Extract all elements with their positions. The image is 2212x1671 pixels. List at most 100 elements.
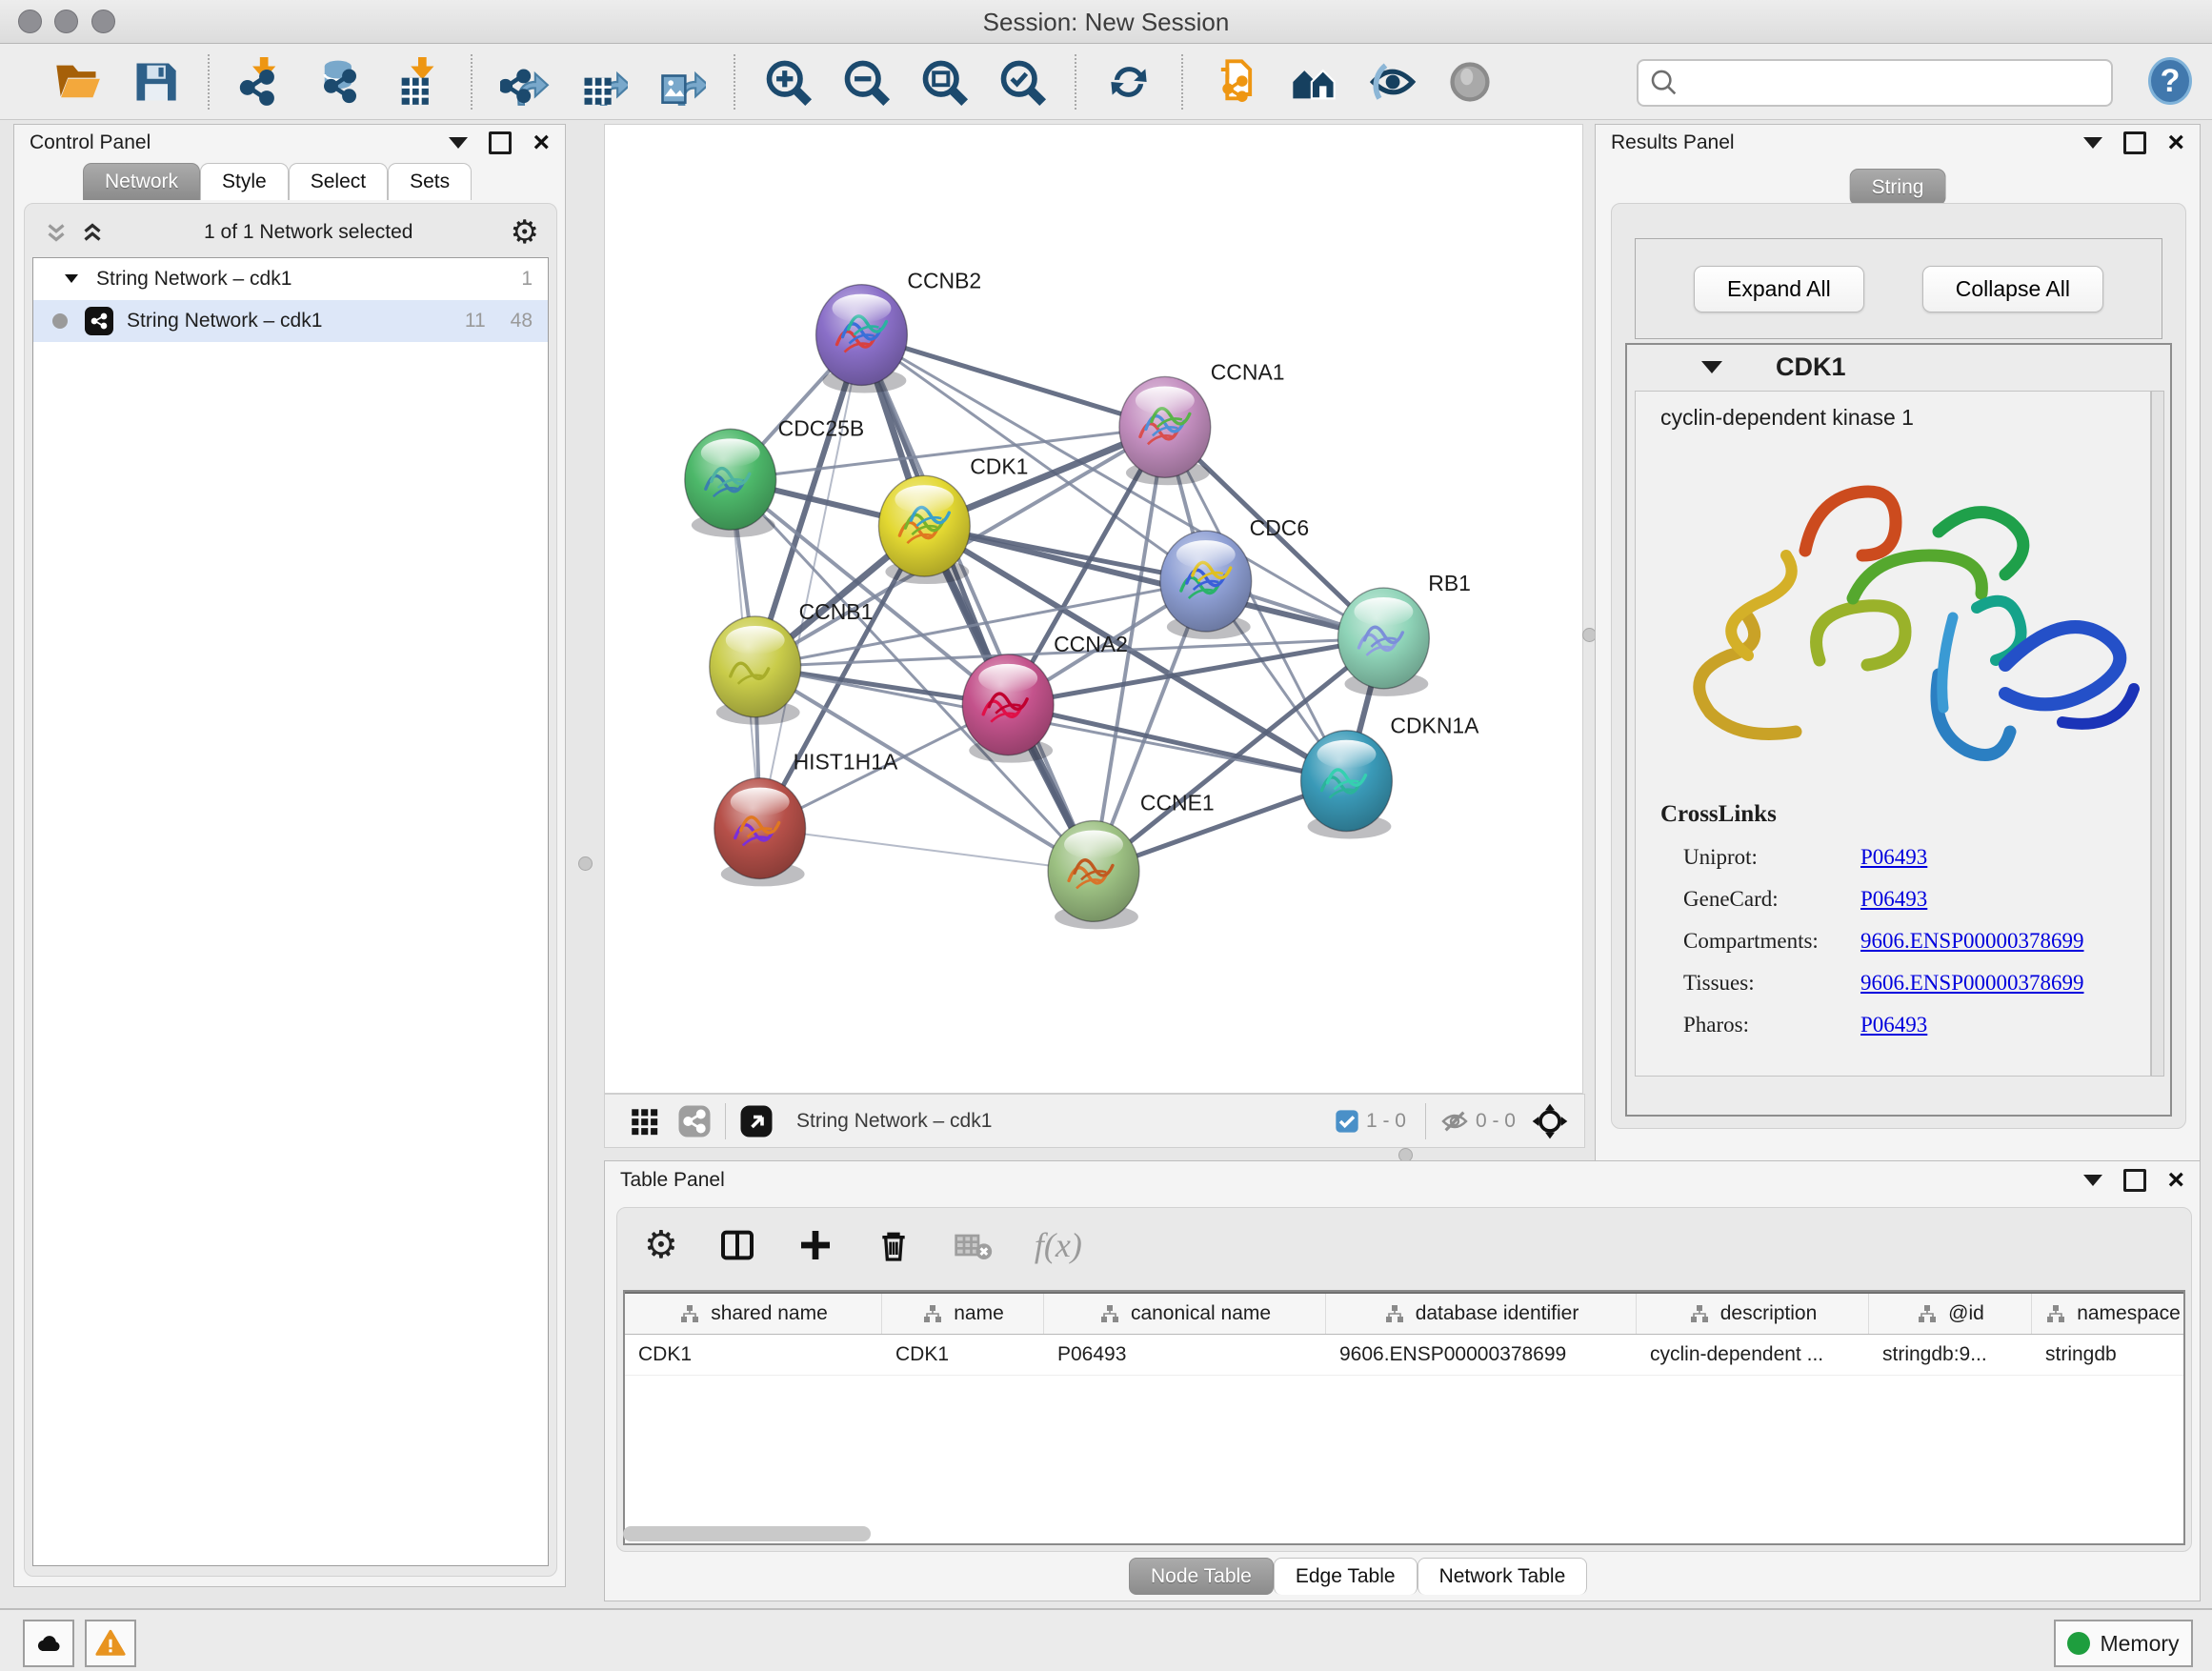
zoom-in-icon [763, 57, 813, 107]
results-panel-title: Results Panel [1611, 131, 1735, 154]
tab-select[interactable]: Select [289, 163, 388, 200]
crosslink-link[interactable]: P06493 [1860, 845, 1927, 870]
table-horizontal-scrollbar[interactable] [623, 1526, 871, 1541]
close-panel-icon[interactable]: × [533, 134, 550, 151]
refresh-button[interactable] [1099, 53, 1158, 111]
edge-CCNB2-CCNA1[interactable] [861, 335, 1164, 428]
tab-edge-table[interactable]: Edge Table [1274, 1558, 1418, 1595]
birds-eye-view-icon[interactable] [628, 1105, 660, 1137]
column-header-name[interactable]: name [882, 1294, 1044, 1334]
node-RB1[interactable]: RB1 [1337, 571, 1470, 696]
zoom-fit-button[interactable] [915, 53, 974, 111]
open-button[interactable] [48, 53, 107, 111]
crosslink-link[interactable]: 9606.ENSP00000378699 [1860, 971, 2084, 996]
collapse-gene-icon[interactable] [1701, 361, 1722, 373]
edge-HIST1H1A-CCNE1[interactable] [760, 829, 1094, 872]
column-header-shared-name[interactable]: shared name [625, 1294, 882, 1334]
network-row-selected[interactable]: String Network – cdk1 11 48 [33, 300, 548, 342]
crosslink-link[interactable]: 9606.ENSP00000378699 [1860, 929, 2084, 954]
save-button[interactable] [126, 53, 185, 111]
node-CDKN1A[interactable]: CDKN1A [1301, 714, 1480, 839]
fit-content-crosshair-icon[interactable] [1531, 1102, 1569, 1140]
zoom-selected-icon [997, 57, 1047, 107]
maximize-panel-icon[interactable] [489, 131, 512, 154]
add-column-icon[interactable] [796, 1226, 835, 1264]
column-header-namespace[interactable]: namespace [2032, 1294, 2185, 1334]
hide-eye-button[interactable] [1362, 53, 1421, 111]
node-table[interactable]: shared name name canonical name database… [623, 1290, 2185, 1545]
node-CCNE1[interactable]: CCNE1 [1048, 791, 1215, 930]
zoom-out-button[interactable] [836, 53, 895, 111]
network-view-toolbar: String Network – cdk1 1 - 0 0 - 0 [604, 1094, 1585, 1148]
help-button[interactable]: ? [2148, 57, 2192, 105]
export-image-button[interactable] [652, 53, 711, 111]
cloud-status-button[interactable] [23, 1620, 74, 1667]
tab-style[interactable]: Style [200, 163, 289, 200]
column-header-canonical-name[interactable]: canonical name [1044, 1294, 1326, 1334]
crosslink-link[interactable]: P06493 [1860, 1013, 1927, 1037]
cell-name[interactable]: CDK1 [882, 1335, 1044, 1375]
show-columns-icon[interactable] [718, 1226, 756, 1264]
table-options-gear-icon[interactable]: ⚙ [644, 1226, 678, 1264]
gray-eye-button[interactable] [1440, 53, 1499, 111]
memory-button[interactable]: Memory [2054, 1620, 2193, 1667]
close-panel-icon[interactable]: × [2167, 134, 2184, 151]
node-HIST1H1A[interactable]: HIST1H1A [714, 750, 898, 887]
tab-string[interactable]: String [1850, 169, 1946, 206]
home-multiple-button[interactable] [1284, 53, 1343, 111]
cell-description[interactable]: cyclin-dependent ... [1637, 1335, 1869, 1375]
expand-all-button[interactable]: Expand All [1694, 266, 1864, 312]
network-share-icon[interactable] [677, 1104, 712, 1138]
collapse-all-button[interactable]: Collapse All [1922, 266, 2103, 312]
node-CDC6[interactable]: CDC6 [1160, 515, 1309, 639]
zoom-in-button[interactable] [758, 53, 817, 111]
import-network-button[interactable] [232, 53, 292, 111]
cell-shared-name[interactable]: CDK1 [625, 1335, 882, 1375]
table-row[interactable]: CDK1CDK1P064939606.ENSP00000378699cyclin… [625, 1335, 2183, 1376]
left-splitter-handle[interactable] [578, 856, 593, 871]
crosslink-link[interactable]: P06493 [1860, 887, 1927, 912]
search-field[interactable] [1637, 59, 2113, 107]
share-document-button[interactable] [1206, 53, 1265, 111]
network-options-gear-icon[interactable]: ⚙ [511, 216, 539, 249]
maximize-panel-icon[interactable] [2123, 1169, 2146, 1192]
column-header-description[interactable]: description [1637, 1294, 1869, 1334]
selected-checkbox-icon[interactable] [1334, 1108, 1360, 1135]
open-in-window-icon[interactable] [739, 1104, 774, 1138]
results-scrollbar[interactable] [2151, 391, 2164, 1077]
node-CCNB2[interactable]: CCNB2 [816, 269, 982, 393]
cell-@id[interactable]: stringdb:9... [1869, 1335, 2032, 1375]
import-table-button[interactable] [389, 53, 448, 111]
expand-all-icon[interactable] [78, 218, 107, 247]
tab-network[interactable]: Network [83, 163, 200, 200]
column-header-@id[interactable]: @id [1869, 1294, 2032, 1334]
float-panel-icon[interactable] [2083, 1175, 2102, 1186]
warnings-button[interactable] [85, 1620, 136, 1667]
network-view-canvas[interactable]: CCNB2 CCNA1 CDC25B CDK1 CDC6 RB1 CCNB1 [604, 124, 1583, 1094]
maximize-panel-icon[interactable] [2123, 131, 2146, 154]
cell-canonical-name[interactable]: P06493 [1044, 1335, 1326, 1375]
float-panel-icon[interactable] [2083, 137, 2102, 149]
zoom-selected-button[interactable] [993, 53, 1052, 111]
close-panel-icon[interactable]: × [2167, 1172, 2184, 1189]
tree-expand-icon[interactable] [62, 270, 81, 289]
import-database-button[interactable] [311, 53, 370, 111]
column-header-database-identifier[interactable]: database identifier [1326, 1294, 1637, 1334]
float-panel-icon[interactable] [449, 137, 468, 149]
node-count: 11 [465, 310, 486, 332]
tab-node-table[interactable]: Node Table [1129, 1558, 1274, 1595]
collapse-all-icon[interactable] [42, 218, 70, 247]
network-collection-row[interactable]: String Network – cdk1 1 [33, 258, 548, 300]
search-input[interactable] [1680, 70, 2111, 95]
export-network-button[interactable] [495, 53, 554, 111]
node-CDC25B[interactable]: CDC25B [685, 415, 864, 537]
tab-network-table[interactable]: Network Table [1418, 1558, 1588, 1595]
cell-database-identifier[interactable]: 9606.ENSP00000378699 [1326, 1335, 1637, 1375]
node-CCNA1[interactable]: CCNA1 [1119, 359, 1285, 485]
edge-CCNA2-CDKN1A[interactable] [1008, 705, 1346, 781]
tab-sets[interactable]: Sets [388, 163, 472, 200]
export-table-button[interactable] [573, 53, 633, 111]
edge-CCNB2-CCNE1[interactable] [861, 335, 1094, 872]
delete-column-icon[interactable] [875, 1226, 913, 1264]
cell-namespace[interactable]: stringdb [2032, 1335, 2185, 1375]
